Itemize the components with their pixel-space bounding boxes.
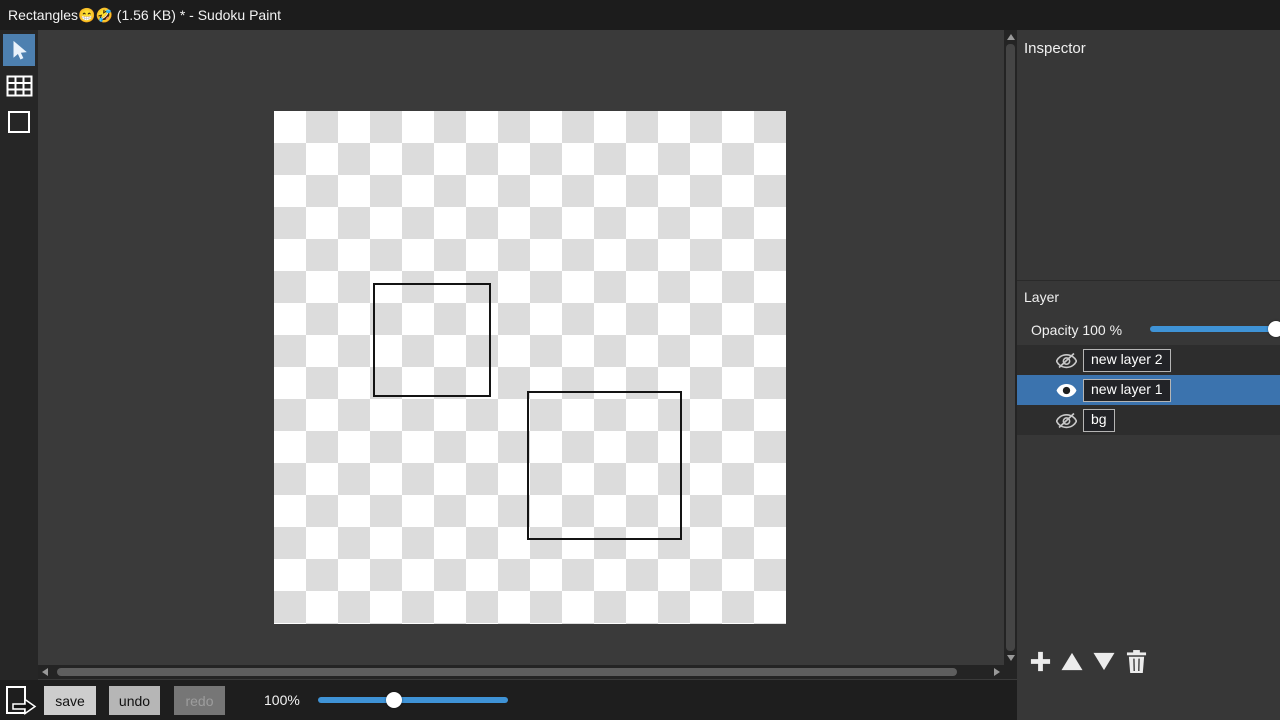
window-title: Rectangles😁🤣 (1.56 KB) * - Sudoku Paint <box>8 7 281 24</box>
layer-name[interactable]: new layer 1 <box>1083 379 1171 402</box>
vertical-scrollbar-thumb[interactable] <box>1006 44 1015 651</box>
tool-select[interactable] <box>3 34 35 66</box>
delete-layer-button[interactable] <box>1121 646 1151 676</box>
drawn-rectangle <box>527 391 682 540</box>
scroll-down-button[interactable] <box>1004 651 1017 665</box>
scroll-up-button[interactable] <box>1004 30 1017 44</box>
tool-grid[interactable] <box>3 70 35 102</box>
zoom-slider[interactable] <box>318 697 508 703</box>
scroll-up-arrow-icon <box>1007 34 1015 40</box>
visibility-toggle[interactable] <box>1053 349 1079 371</box>
undo-button[interactable]: undo <box>109 686 160 715</box>
triangle-down-icon <box>1092 651 1116 672</box>
scroll-left-button[interactable] <box>38 665 52 679</box>
layer-row-new-layer-2[interactable]: new layer 2 <box>1017 345 1280 375</box>
section-divider <box>1017 280 1280 281</box>
layer-row-new-layer-1[interactable]: new layer 1 <box>1017 375 1280 405</box>
rectangle-icon <box>7 110 31 134</box>
layer-section-title: Layer <box>1024 289 1059 305</box>
layer-actions <box>1025 646 1153 676</box>
trash-icon <box>1126 650 1147 673</box>
eye-icon <box>1056 383 1077 398</box>
inspector-panel: Inspector Layer Opacity 100 % new layer … <box>1017 30 1280 720</box>
tool-panel <box>0 30 38 680</box>
grid-icon <box>6 73 33 99</box>
scroll-right-arrow-icon <box>994 668 1000 676</box>
vertical-scrollbar[interactable] <box>1004 30 1017 665</box>
add-layer-button[interactable] <box>1025 646 1055 676</box>
plus-icon <box>1029 650 1052 673</box>
eye-off-icon <box>1056 352 1077 369</box>
visibility-toggle[interactable] <box>1053 379 1079 401</box>
scroll-right-button[interactable] <box>990 665 1004 679</box>
layer-name[interactable]: new layer 2 <box>1083 349 1171 372</box>
scroll-left-arrow-icon <box>42 668 48 676</box>
export-icon <box>5 685 37 715</box>
bottom-bar: save undo redo 100% <box>0 680 1017 720</box>
opacity-slider[interactable] <box>1150 326 1276 332</box>
save-button[interactable]: save <box>44 686 96 715</box>
export-button[interactable] <box>5 685 35 715</box>
scrollbar-corner <box>1004 665 1017 679</box>
drawn-rectangle <box>373 283 491 397</box>
zoom-slider-knob[interactable] <box>386 692 402 708</box>
move-layer-down-button[interactable] <box>1089 646 1119 676</box>
triangle-up-icon <box>1060 651 1084 672</box>
eye-off-icon <box>1056 412 1077 429</box>
tool-rectangle[interactable] <box>3 106 35 138</box>
layer-name[interactable]: bg <box>1083 409 1115 432</box>
layer-row-bg[interactable]: bg <box>1017 405 1280 435</box>
visibility-toggle[interactable] <box>1053 409 1079 431</box>
horizontal-scrollbar[interactable] <box>38 665 1004 679</box>
scroll-down-arrow-icon <box>1007 655 1015 661</box>
opacity-slider-knob[interactable] <box>1268 321 1280 337</box>
layer-list: new layer 2 new layer 1 bg <box>1017 345 1280 435</box>
title-bar: Rectangles😁🤣 (1.56 KB) * - Sudoku Paint <box>0 0 1280 30</box>
canvas-area[interactable] <box>38 30 1004 665</box>
cursor-icon <box>8 39 30 61</box>
canvas[interactable] <box>274 111 786 624</box>
opacity-label: Opacity 100 % <box>1031 322 1122 338</box>
horizontal-scrollbar-thumb[interactable] <box>57 668 957 676</box>
zoom-level: 100% <box>264 692 300 708</box>
inspector-title: Inspector <box>1024 40 1086 57</box>
redo-button[interactable]: redo <box>174 686 225 715</box>
move-layer-up-button[interactable] <box>1057 646 1087 676</box>
